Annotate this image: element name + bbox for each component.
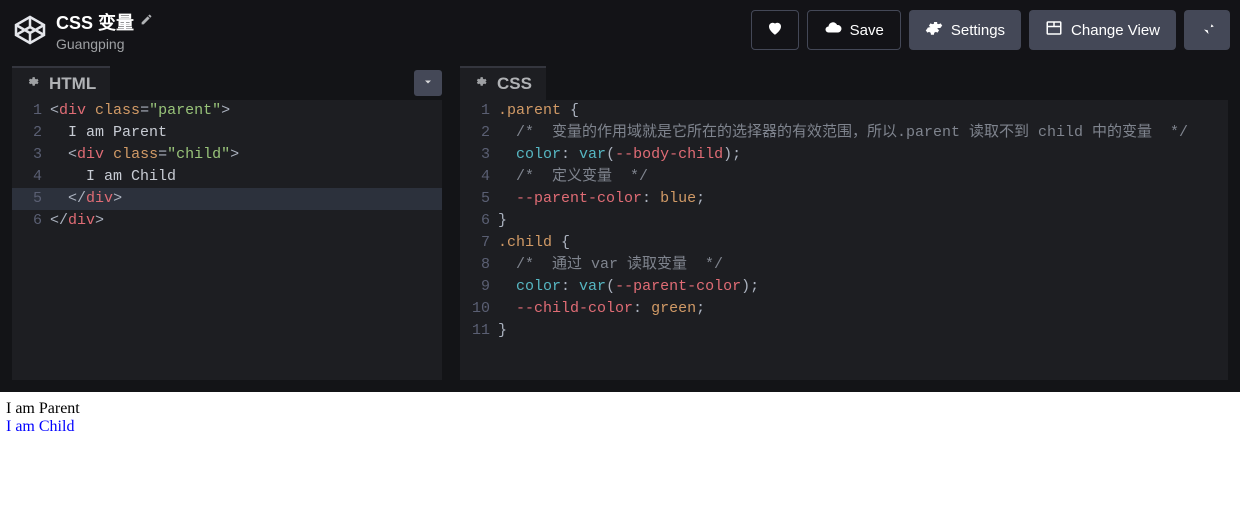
preview-child-text: I am Child [6, 418, 1234, 436]
save-button[interactable]: Save [807, 10, 901, 50]
pin-icon [1198, 19, 1216, 41]
line-number: 6 [460, 210, 498, 232]
html-panel: HTML 1<div class="parent"> 2 I am Parent… [12, 66, 442, 380]
settings-label: Settings [951, 22, 1005, 39]
line-number: 4 [12, 166, 50, 188]
line-number: 2 [460, 122, 498, 144]
line-number: 6 [12, 210, 50, 232]
line-number: 3 [12, 144, 50, 166]
line-number: 8 [460, 254, 498, 276]
line-number: 1 [460, 100, 498, 122]
pin-button[interactable] [1184, 10, 1230, 50]
line-number: 11 [460, 320, 498, 342]
line-number: 2 [12, 122, 50, 144]
line-number: 10 [460, 298, 498, 320]
layout-icon [1045, 19, 1063, 41]
editor-panels: HTML 1<div class="parent"> 2 I am Parent… [0, 60, 1240, 392]
app-header: CSS 变量 Guangping Save Settings Change Vi… [0, 0, 1240, 60]
line-number: 5 [460, 188, 498, 210]
change-view-label: Change View [1071, 22, 1160, 39]
html-panel-tab[interactable]: HTML [12, 66, 110, 100]
gear-icon[interactable] [474, 75, 487, 93]
pen-author[interactable]: Guangping [56, 36, 153, 52]
preview-parent-text: I am Parent [6, 400, 1234, 418]
line-number: 5 [12, 188, 50, 210]
title-block: CSS 变量 Guangping [56, 9, 153, 52]
save-label: Save [850, 22, 884, 39]
gear-icon [925, 19, 943, 41]
cloud-icon [824, 19, 842, 41]
html-panel-title: HTML [49, 74, 96, 94]
codepen-logo-icon [14, 14, 46, 46]
line-number: 7 [460, 232, 498, 254]
html-panel-header: HTML [12, 66, 442, 100]
preview-pane: I am Parent I am Child [0, 392, 1240, 532]
css-panel-tab[interactable]: CSS [460, 66, 546, 100]
line-number: 9 [460, 276, 498, 298]
html-editor[interactable]: 1<div class="parent"> 2 I am Parent 3 <d… [12, 100, 442, 380]
change-view-button[interactable]: Change View [1029, 10, 1176, 50]
html-panel-dropdown[interactable] [414, 70, 442, 96]
heart-icon [766, 19, 784, 41]
love-button[interactable] [751, 10, 799, 50]
line-number: 1 [12, 100, 50, 122]
chevron-down-icon [422, 76, 434, 91]
css-panel-header: CSS [460, 66, 1228, 100]
gear-icon[interactable] [26, 75, 39, 93]
line-number: 4 [460, 166, 498, 188]
line-number: 3 [460, 144, 498, 166]
css-panel-title: CSS [497, 74, 532, 94]
settings-button[interactable]: Settings [909, 10, 1021, 50]
css-panel: CSS 1.parent { 2 /* 变量的作用域就是它所在的选择器的有效范围… [460, 66, 1228, 380]
css-editor[interactable]: 1.parent { 2 /* 变量的作用域就是它所在的选择器的有效范围，所以.… [460, 100, 1228, 380]
edit-pencil-icon[interactable] [140, 13, 153, 31]
pen-title: CSS 变量 [56, 9, 134, 35]
